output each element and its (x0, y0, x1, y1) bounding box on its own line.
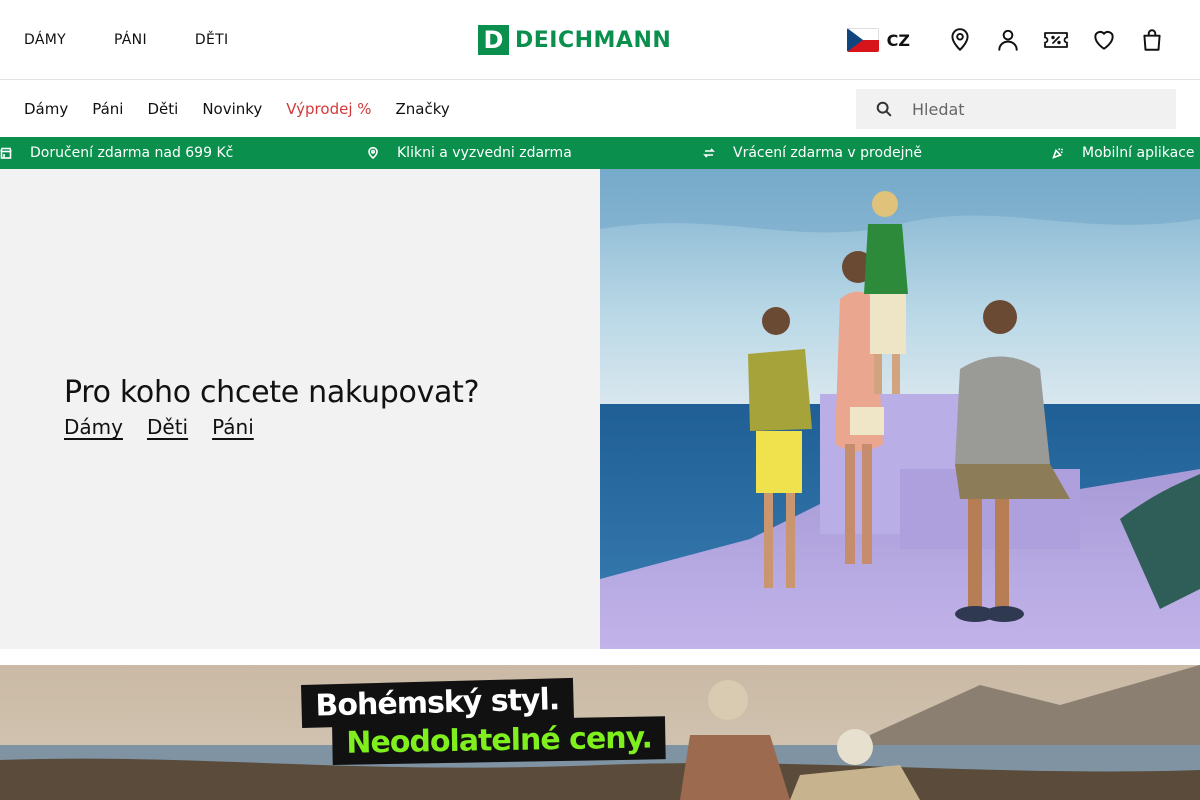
country-code: CZ (886, 30, 910, 50)
deichmann-logo[interactable]: D DEICHMANN (478, 25, 671, 55)
user-icon[interactable] (984, 16, 1032, 64)
hero-links: Dámy Děti Páni (64, 415, 278, 439)
search-input[interactable] (912, 99, 1162, 119)
category-nav-new[interactable]: Novinky (202, 100, 262, 118)
header-actions: CZ (846, 0, 1176, 80)
gender-nav-kids[interactable]: DĚTI (195, 32, 229, 48)
hero-link-kids[interactable]: Děti (147, 415, 188, 439)
czech-flag-icon (846, 28, 879, 52)
category-nav: Dámy Páni Děti Novinky Výprodej % Značky (24, 81, 474, 136)
hero-link-women[interactable]: Dámy (64, 415, 123, 439)
benefit-click-collect[interactable]: Klikni a vyzvedni zdarma (367, 137, 572, 169)
party-popper-icon (1052, 148, 1064, 159)
hero-shopper-selector: Pro koho chcete nakupovat? Dámy Děti Pán… (0, 169, 600, 649)
sub-header: Dámy Páni Děti Novinky Výprodej % Značky (0, 81, 1200, 136)
category-nav-men[interactable]: Páni (92, 100, 123, 118)
discount-card-icon[interactable] (1032, 16, 1080, 64)
benefit-label: Klikni a vyzvedni zdarma (397, 145, 572, 161)
hero-link-men[interactable]: Páni (212, 415, 254, 439)
country-selector[interactable]: CZ (846, 28, 910, 52)
location-pin-icon (368, 147, 378, 159)
heart-icon[interactable] (1080, 16, 1128, 64)
top-header: DÁMY PÁNI DĚTI D DEICHMANN CZ (0, 0, 1200, 80)
gender-nav: DÁMY PÁNI DĚTI (24, 0, 276, 80)
category-nav-brands[interactable]: Značky (396, 100, 450, 118)
logo-mark: D (478, 25, 509, 55)
benefit-free-returns[interactable]: Vrácení zdarma v prodejně (703, 137, 922, 169)
hero-photo-illustration (600, 169, 1200, 649)
search-icon[interactable] (856, 89, 912, 129)
promo-headline-2: Neodolatelné ceny. (332, 716, 667, 765)
logo-text: DEICHMANN (515, 27, 672, 53)
category-nav-women[interactable]: Dámy (24, 100, 68, 118)
benefit-label: Doručení zdarma nad 699 Kč (30, 145, 234, 161)
store-icon (0, 147, 12, 159)
benefit-label: Vrácení zdarma v prodejně (733, 145, 922, 161)
category-nav-sale[interactable]: Výprodej % (286, 100, 371, 118)
benefit-label: Mobilní aplikace (1082, 145, 1195, 161)
hero-family-photo[interactable] (600, 169, 1200, 649)
benefit-free-delivery[interactable]: Doručení zdarma nad 699 Kč (0, 137, 233, 169)
gender-nav-women[interactable]: DÁMY (24, 32, 66, 48)
shopping-bag-icon[interactable] (1128, 16, 1176, 64)
search-box (856, 89, 1176, 129)
benefits-bar: Doručení zdarma nad 699 Kč Klikni a vyzv… (0, 137, 1200, 169)
benefit-mobile-app[interactable]: Mobilní aplikace (1052, 137, 1195, 169)
location-pin-icon[interactable] (936, 16, 984, 64)
category-nav-kids[interactable]: Děti (147, 100, 178, 118)
gender-nav-men[interactable]: PÁNI (114, 32, 147, 48)
exchange-icon (703, 148, 715, 158)
hero-title: Pro koho chcete nakupovat? (64, 375, 480, 410)
